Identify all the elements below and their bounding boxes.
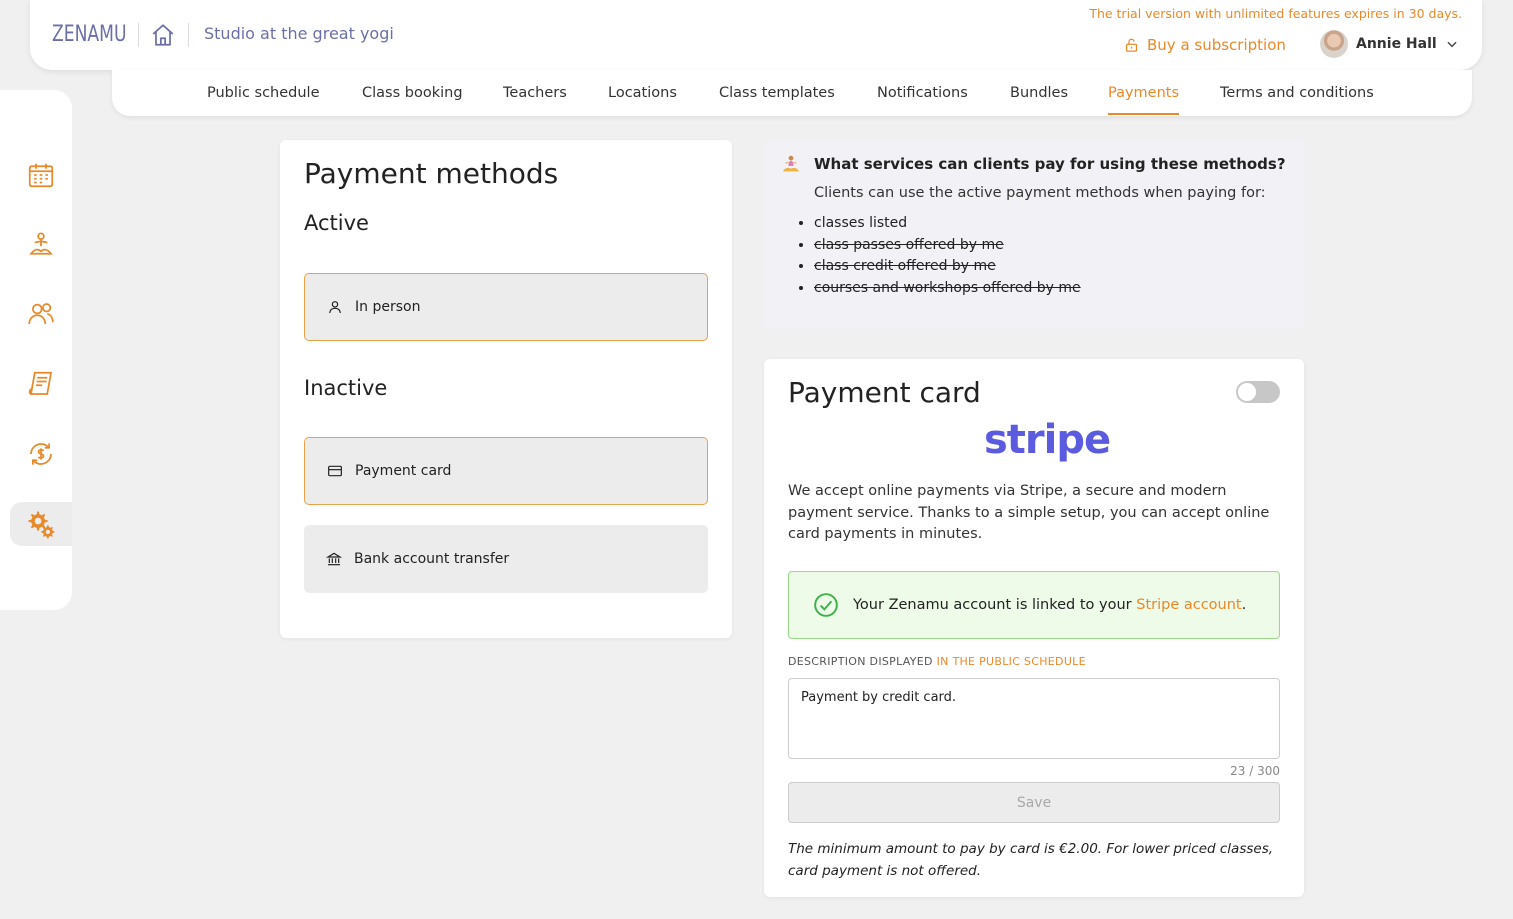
tab-class-booking[interactable]: Class booking (362, 85, 463, 101)
check-circle-icon (814, 593, 838, 617)
toggle-knob (1238, 383, 1256, 401)
linked-text: Your Zenamu account is linked to your (853, 597, 1137, 613)
stripe-linked-notice: Your Zenamu account is linked to your St… (788, 571, 1280, 639)
chevron-down-icon (1447, 41, 1457, 48)
studio-name: Studio at the great yogi (204, 24, 394, 43)
sidebar-item-classes[interactable] (10, 223, 72, 267)
inactive-heading: Inactive (304, 376, 388, 400)
tab-notifications[interactable]: Notifications (877, 85, 968, 101)
calendar-icon (28, 163, 54, 188)
tab-teachers[interactable]: Teachers (503, 85, 567, 101)
tab-bundles[interactable]: Bundles (1010, 85, 1068, 101)
minimum-amount-note: The minimum amount to pay by card is €2.… (788, 841, 1274, 879)
people-icon (28, 303, 54, 325)
linked-text-wrapper: Your Zenamu account is linked to your St… (853, 597, 1246, 613)
avatar (1320, 30, 1348, 58)
payment-card-title: Payment card (788, 376, 981, 409)
yoga-icon (29, 232, 53, 255)
trial-notice: The trial version with unlimited feature… (1089, 6, 1462, 21)
method-in-person[interactable]: In person (304, 273, 708, 341)
stripe-account-link[interactable]: Stripe account (1136, 597, 1241, 613)
save-button[interactable]: Save (788, 782, 1280, 823)
description-label-text: DESCRIPTION DISPLAYED (788, 655, 937, 668)
tab-payments[interactable]: Payments (1108, 85, 1180, 115)
user-menu[interactable]: Annie Hall (1320, 30, 1459, 58)
method-payment-card[interactable]: Payment card (304, 437, 708, 505)
settings-gears-icon (28, 511, 55, 539)
user-name: Annie Hall (1356, 36, 1437, 52)
sidebar-item-clients[interactable] (10, 292, 72, 336)
info-text: Clients can use the active payment metho… (814, 185, 1266, 201)
bank-icon (326, 552, 342, 566)
yoga-person-icon (782, 155, 800, 172)
method-label: Payment card (355, 463, 452, 479)
tab-public-schedule[interactable]: Public schedule (207, 85, 320, 101)
info-list: classes listed class passes offered by m… (814, 214, 1081, 300)
description-label-highlight: IN THE PUBLIC SCHEDULE (936, 655, 1086, 668)
list-item: courses and workshops offered by me (814, 279, 1081, 298)
tab-locations[interactable]: Locations (608, 85, 677, 101)
description-textarea[interactable]: Payment by credit card. (788, 678, 1280, 759)
description-label: DESCRIPTION DISPLAYED IN THE PUBLIC SCHE… (788, 655, 1086, 668)
home-icon[interactable] (150, 22, 176, 48)
stripe-logo: stripe (984, 417, 1111, 463)
method-label: Bank account transfer (354, 551, 510, 567)
services-info-card: What services can clients pay for using … (764, 140, 1304, 328)
sidebar-item-settings[interactable] (10, 502, 72, 546)
sidebar-item-calendar[interactable] (10, 153, 72, 197)
person-icon (329, 301, 341, 314)
tab-terms-and-conditions[interactable]: Terms and conditions (1220, 85, 1374, 101)
payment-methods-title: Payment methods (304, 157, 559, 190)
payment-methods-card: Payment methods Active In person Inactiv… (280, 140, 732, 638)
header-divider (138, 23, 139, 47)
tab-class-templates[interactable]: Class templates (719, 85, 835, 101)
character-counter: 23 / 300 (1230, 764, 1280, 778)
lock-icon (1125, 38, 1138, 52)
list-item: classes listed (814, 214, 1081, 233)
money-refresh-icon (30, 443, 52, 465)
linked-text-end: . (1241, 597, 1247, 613)
payment-card-settings: Payment card stripe We accept online pay… (764, 359, 1304, 897)
active-heading: Active (304, 211, 369, 235)
stripe-description: We accept online payments via Stripe, a … (788, 483, 1270, 542)
receipt-icon (28, 371, 53, 395)
card-icon (328, 465, 342, 477)
settings-tabs: Public schedule Class booking Teachers L… (112, 70, 1472, 116)
buy-subscription-button[interactable]: Buy a subscription (1124, 36, 1286, 54)
sidebar-item-payments[interactable] (10, 432, 72, 476)
sidebar-item-reports[interactable] (10, 362, 72, 406)
info-title: What services can clients pay for using … (814, 155, 1286, 173)
header-divider (188, 23, 189, 47)
list-item: class credit offered by me (814, 257, 1081, 276)
zenamu-logo[interactable]: ZENAMU (52, 22, 127, 47)
list-item: class passes offered by me (814, 236, 1081, 255)
buy-subscription-label: Buy a subscription (1147, 36, 1286, 54)
method-bank-transfer[interactable]: Bank account transfer (304, 525, 708, 593)
sidebar (0, 90, 72, 610)
method-label: In person (355, 299, 421, 315)
top-header: ZENAMU Studio at the great yogi The tria… (30, 0, 1482, 70)
payment-card-toggle[interactable] (1236, 381, 1280, 403)
